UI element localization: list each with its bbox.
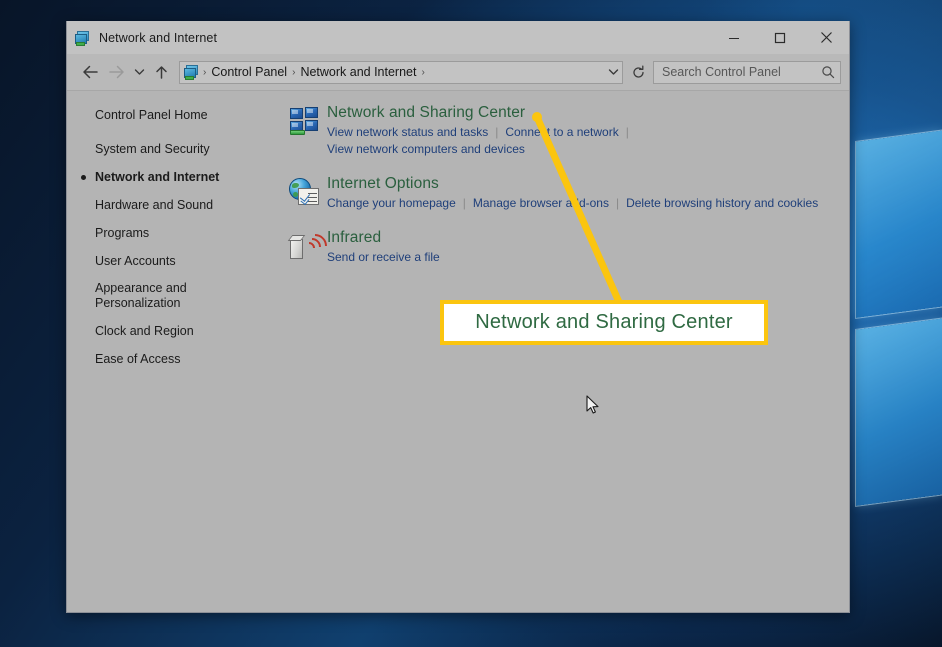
sidebar-item-hardware-and-sound[interactable]: Hardware and Sound [95, 197, 283, 213]
windows-logo-wallpaper [856, 114, 942, 534]
sidebar: Control Panel Home System and Security N… [67, 91, 283, 609]
link-connect-to-a-network[interactable]: Connect to a network [505, 125, 618, 139]
category-title-internet-options[interactable]: Internet Options [327, 174, 818, 194]
address-dropdown-button[interactable] [604, 68, 622, 76]
search-input[interactable]: Search Control Panel [653, 60, 841, 84]
sidebar-item-label: Appearance and Personalization [95, 281, 187, 310]
sidebar-item-programs[interactable]: Programs [95, 225, 283, 241]
annotation-callout: Network and Sharing Center [440, 300, 768, 345]
minimize-icon [729, 37, 739, 39]
search-icon[interactable] [821, 65, 835, 79]
link-view-network-status-and-tasks[interactable]: View network status and tasks [327, 125, 488, 139]
forward-button[interactable] [103, 59, 129, 85]
infrared-icon [289, 229, 332, 263]
annotation-callout-label: Network and Sharing Center [475, 311, 733, 333]
control-panel-icon [184, 64, 200, 80]
sidebar-item-label: User Accounts [95, 254, 176, 268]
category-title-infrared[interactable]: Infrared [327, 228, 440, 248]
sidebar-item-appearance-and-personalization[interactable]: Appearance and Personalization [95, 281, 225, 311]
link-divider: | [462, 196, 466, 210]
category-links-row2: View network computers and devices [327, 141, 636, 158]
category-icon-wrapper [283, 174, 327, 212]
minimize-button[interactable] [711, 21, 757, 54]
sidebar-item-label: Ease of Access [95, 352, 181, 366]
category-infrared: Infrared Send or receive a file [283, 228, 849, 266]
sidebar-item-ease-of-access[interactable]: Ease of Access [95, 351, 283, 367]
sidebar-item-user-accounts[interactable]: User Accounts [95, 253, 283, 269]
sidebar-item-label: Network and Internet [95, 170, 220, 184]
search-placeholder: Search Control Panel [662, 65, 781, 79]
category-body: Infrared Send or receive a file [327, 228, 440, 266]
window-titlebar[interactable]: Network and Internet [67, 21, 849, 54]
arrow-cursor [586, 395, 599, 414]
link-view-network-computers-and-devices[interactable]: View network computers and devices [327, 142, 525, 156]
chevron-down-icon [608, 69, 618, 75]
category-links: Send or receive a file [327, 249, 440, 266]
internet-options-icon [289, 177, 321, 209]
breadcrumb-separator: › [421, 66, 425, 78]
window-controls [711, 21, 849, 54]
link-send-or-receive-a-file[interactable]: Send or receive a file [327, 250, 440, 264]
refresh-button[interactable] [627, 61, 649, 83]
up-button[interactable] [149, 59, 173, 85]
category-body: Internet Options Change your homepage | Ma… [327, 174, 818, 212]
link-divider: | [495, 125, 499, 139]
maximize-button[interactable] [757, 21, 803, 54]
close-icon [820, 32, 832, 43]
link-change-your-homepage[interactable]: Change your homepage [327, 196, 456, 210]
breadcrumb-item-network-and-internet[interactable]: Network and Internet [296, 65, 420, 79]
category-internet-options: Internet Options Change your homepage | Ma… [283, 174, 849, 212]
sidebar-item-label: Clock and Region [95, 324, 194, 338]
category-network-and-sharing-center: Network and Sharing Center View network … [283, 103, 849, 158]
control-panel-icon [75, 30, 91, 46]
sidebar-item-label: Hardware and Sound [95, 198, 214, 212]
sidebar-item-system-and-security[interactable]: System and Security [95, 141, 283, 157]
up-arrow-icon [155, 65, 167, 79]
chevron-down-icon [134, 69, 144, 75]
category-body: Network and Sharing Center View network … [327, 103, 636, 158]
network-and-sharing-center-icon [289, 106, 321, 138]
category-icon-wrapper [283, 103, 327, 158]
link-delete-browsing-history-and-cookies[interactable]: Delete browsing history and cookies [626, 196, 818, 210]
sidebar-item-label: System and Security [95, 142, 210, 156]
close-button[interactable] [803, 21, 849, 54]
sidebar-item-network-and-internet[interactable]: Network and Internet [81, 169, 283, 185]
recent-locations-button[interactable] [129, 59, 149, 85]
category-title-network-and-sharing-center[interactable]: Network and Sharing Center [327, 103, 636, 123]
forward-arrow-icon [108, 65, 124, 79]
link-manage-browser-add-ons[interactable]: Manage browser add-ons [473, 196, 609, 210]
navigation-toolbar: › Control Panel › Network and Internet ›… [67, 54, 849, 91]
link-divider: | [625, 125, 629, 139]
category-links: View network status and tasks | Connect to… [327, 124, 636, 141]
category-list: Network and Sharing Center View network … [283, 91, 849, 609]
breadcrumb-item-control-panel[interactable]: Control Panel [207, 65, 291, 79]
back-arrow-icon [82, 65, 98, 79]
back-button[interactable] [77, 59, 103, 85]
maximize-icon [774, 32, 786, 43]
sidebar-item-label: Programs [95, 226, 150, 240]
link-divider: | [615, 196, 620, 210]
window-body: Control Panel Home System and Security N… [67, 91, 849, 609]
sidebar-item-control-panel-home[interactable]: Control Panel Home [95, 107, 283, 123]
window-title: Network and Internet [99, 30, 218, 45]
sidebar-item-label: Control Panel Home [95, 108, 208, 122]
category-links: Change your homepage | Manage browser add-… [327, 195, 818, 212]
category-icon-wrapper [283, 228, 332, 266]
sidebar-item-clock-and-region[interactable]: Clock and Region [95, 323, 283, 339]
refresh-icon [632, 65, 644, 78]
address-bar[interactable]: › Control Panel › Network and Internet › [179, 60, 623, 84]
